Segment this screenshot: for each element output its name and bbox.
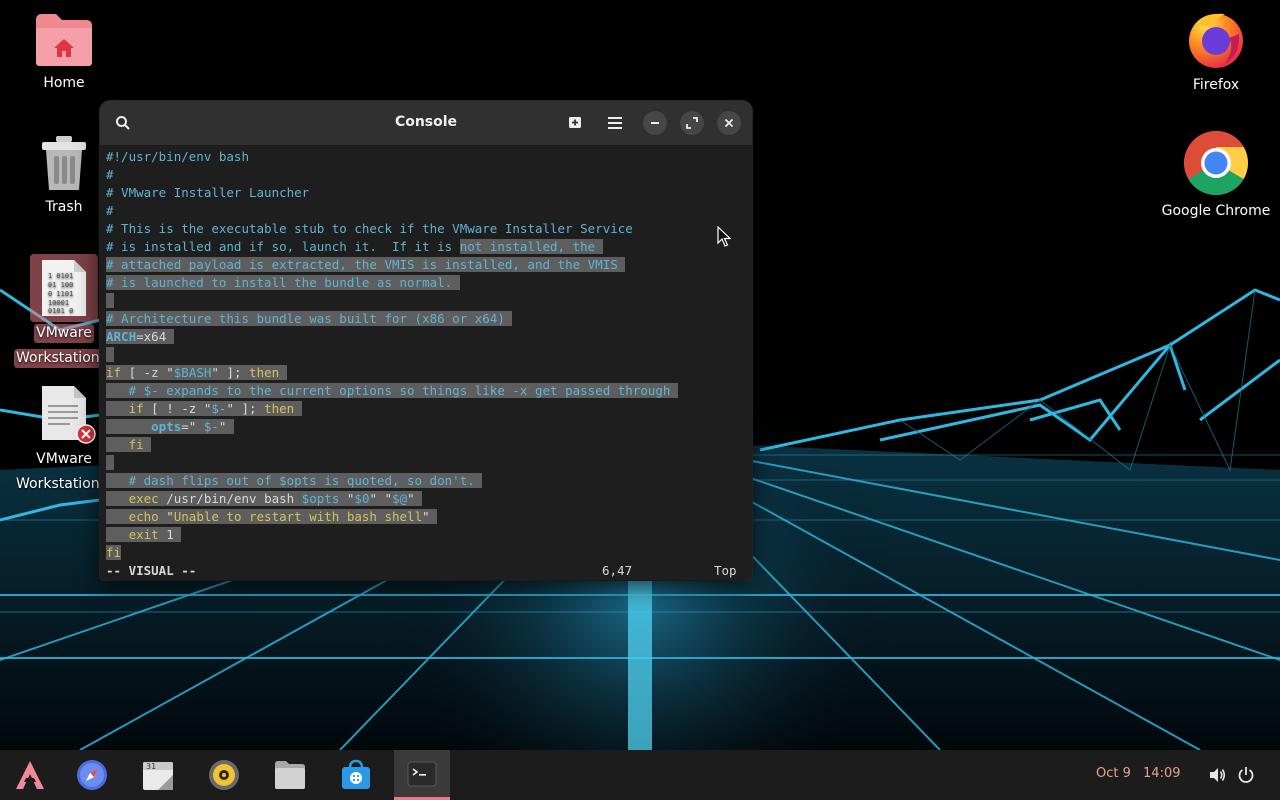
clock-time: 14:09 [1143, 766, 1181, 781]
volume-button[interactable] [1208, 766, 1226, 788]
editor-text-area[interactable]: #!/usr/bin/env bash # # VMware Installer L… [106, 148, 746, 562]
editor-line: # [106, 203, 114, 218]
editor-line [106, 292, 746, 310]
minimize-icon [651, 122, 659, 124]
maximize-icon [686, 117, 698, 129]
desktop-icon-label: VMware [34, 324, 94, 343]
editor-line: # Architecture this bundle was built for… [106, 310, 746, 328]
desktop-icon-label: Google Chrome [1161, 203, 1271, 219]
mouse-pointer-icon [717, 226, 731, 247]
editor-line: # dash flips out of $opts is quoted, so … [106, 472, 746, 490]
maximize-button[interactable] [680, 111, 704, 135]
chrome-icon [1184, 131, 1248, 195]
vim-status-line: -- VISUAL -- 6,47 Top [106, 562, 746, 580]
binary-file-icon: 1 0101 01 100 0 1101 10001 0101 0 [42, 260, 86, 316]
trash-icon [42, 136, 86, 190]
editor-line: fi [106, 545, 122, 560]
editor-line: exit 1 [106, 526, 746, 544]
app-menu-icon [16, 761, 44, 789]
calendar-button[interactable]: 31 [130, 750, 186, 800]
new-tab-icon [569, 117, 581, 128]
editor-line: #!/usr/bin/env bash [106, 149, 249, 164]
editor-line [106, 346, 746, 364]
files-button[interactable] [262, 750, 318, 800]
editor-line: exec /usr/bin/env bash $opts "$0" "$@" [106, 490, 746, 508]
svg-text:1 0101: 1 0101 [48, 272, 73, 280]
taskbar: 31 Oct 9 14:09 [0, 750, 1280, 800]
editor-line: echo "Unable to restart with bash shell" [106, 508, 746, 526]
terminal-button[interactable] [394, 750, 450, 800]
music-player-button[interactable] [196, 750, 252, 800]
editor-line: ARCH=x64 [106, 328, 746, 346]
home-folder-icon [36, 14, 92, 66]
cursor-position: 6,47 [602, 563, 633, 578]
close-icon [724, 118, 734, 128]
music-player-icon [209, 760, 239, 790]
desktop-icon-label: Workstation 17 [16, 476, 114, 492]
console-window[interactable]: Console #!/usr/bin/env bash # # VMware I… [100, 101, 752, 580]
minimize-button[interactable] [643, 111, 667, 135]
vim-mode: -- VISUAL -- [106, 563, 197, 578]
new-tab-button[interactable] [561, 109, 589, 137]
web-browser-icon [77, 760, 107, 790]
clock[interactable]: Oct 9 14:09 [1096, 766, 1181, 781]
desktop-icon-chrome[interactable]: Google Chrome [1156, 130, 1276, 227]
editor-line [106, 454, 746, 472]
desktop-icon-label: Trash [45, 199, 83, 215]
desktop-icon-label: Workstation 17 [14, 349, 114, 368]
desktop-icon-label: Home [43, 75, 85, 91]
editor-line: # attached payload is extracted, the VMI… [106, 256, 746, 274]
editor-line: if [ ! -z "$-" ]; then [106, 400, 746, 418]
editor-line: # VMware Installer Launcher [106, 185, 310, 200]
editor-line: # [106, 167, 114, 182]
menu-icon [608, 117, 622, 129]
editor-line: # $- expands to the current options so t… [106, 382, 746, 400]
volume-icon [1210, 768, 1226, 782]
desktop-icon-label: VMware [36, 451, 92, 467]
error-badge-icon [76, 424, 96, 444]
titlebar[interactable]: Console [100, 101, 752, 146]
menu-button[interactable] [601, 109, 629, 137]
software-store-icon [342, 759, 370, 789]
calendar-icon: 31 [143, 762, 173, 790]
svg-text:0101 0: 0101 0 [48, 307, 73, 315]
power-button[interactable] [1238, 766, 1254, 788]
terminal-icon [407, 761, 437, 786]
editor-line: if [ -z "$BASH" ]; then [106, 364, 746, 382]
web-browser-button[interactable] [64, 750, 120, 800]
firefox-icon [1189, 13, 1243, 68]
svg-text:0 1101: 0 1101 [48, 290, 73, 298]
scroll-position: Top [714, 563, 737, 578]
desktop-icon-firefox[interactable]: Firefox [1156, 8, 1276, 101]
editor-line: opts=" $-" [106, 418, 746, 436]
power-icon [1238, 767, 1254, 783]
svg-text:10001: 10001 [48, 299, 69, 307]
close-button[interactable] [717, 111, 741, 135]
svg-text:01 100: 01 100 [48, 281, 73, 289]
desktop-icon-home[interactable]: Home [4, 12, 124, 99]
desktop-icon-label: Firefox [1192, 77, 1240, 93]
clock-date: Oct 9 [1096, 766, 1131, 781]
editor-line: # is installed and if so, launch it. If … [106, 238, 746, 256]
editor-line: # is launched to install the bundle as n… [106, 274, 746, 292]
files-icon [275, 761, 305, 789]
editor-line: # This is the executable stub to check i… [106, 221, 633, 236]
calendar-day: 31 [146, 762, 156, 771]
editor-line: fi [106, 436, 746, 454]
app-menu-button[interactable] [2, 750, 58, 800]
software-store-button[interactable] [328, 750, 384, 800]
